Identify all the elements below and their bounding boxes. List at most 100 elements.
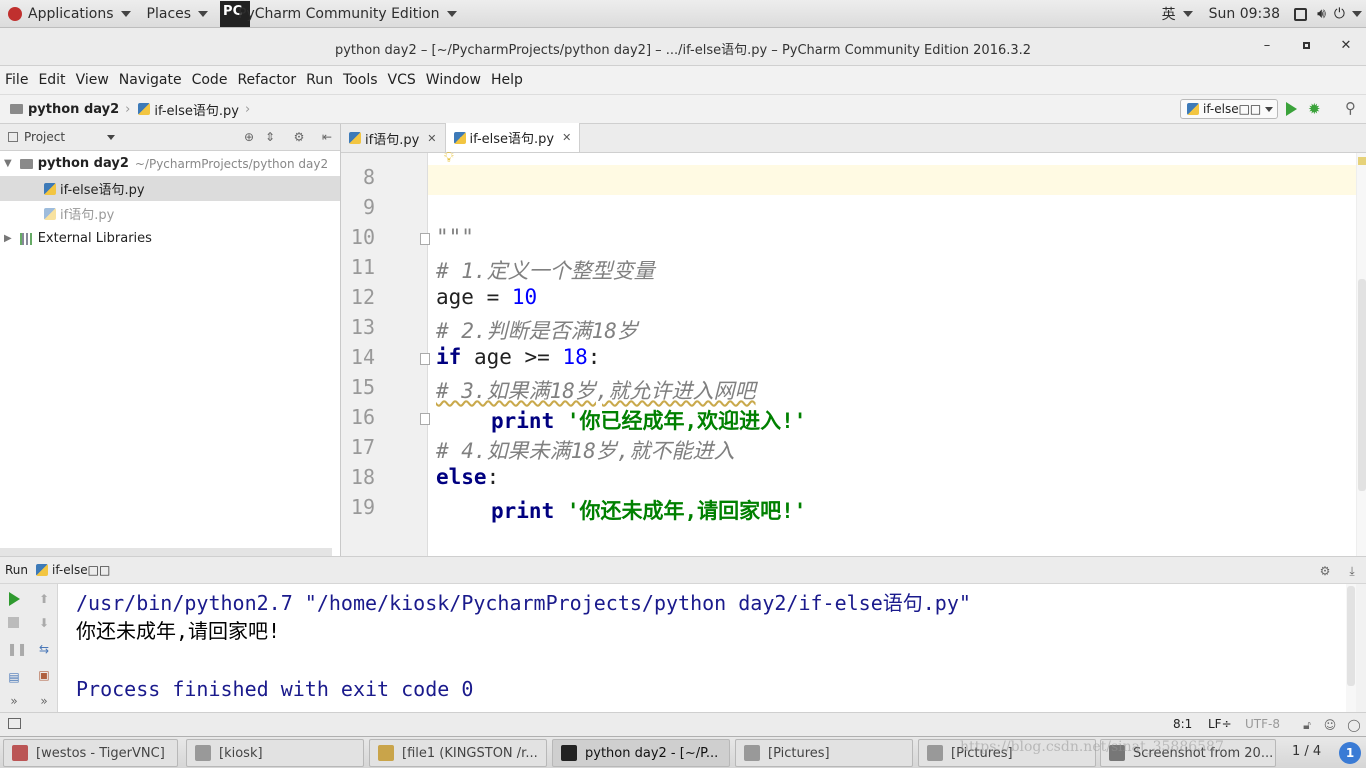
chevron-down-icon[interactable] xyxy=(107,134,116,140)
places-menu[interactable]: Places xyxy=(139,0,217,28)
workspace-indicator[interactable]: 1 / 4 xyxy=(1292,744,1321,759)
tree-file-selected[interactable]: if-else语句.py xyxy=(0,176,340,201)
pause-button[interactable]: ❚❚ xyxy=(7,642,27,656)
menu-refactor[interactable]: Refactor xyxy=(232,66,301,94)
menu-code[interactable]: Code xyxy=(187,66,233,94)
close-icon[interactable]: ✕ xyxy=(562,131,571,144)
run-config-select[interactable]: if-else□□ xyxy=(1180,99,1278,119)
string-literal: '你已经成年,欢迎进入!' xyxy=(566,409,807,433)
punctuation: : xyxy=(587,345,601,369)
applications-menu[interactable]: Applications xyxy=(0,0,139,28)
line-separator[interactable]: LF÷ xyxy=(1208,717,1232,731)
tree-file-label: if语句.py xyxy=(60,208,115,223)
breadcrumb-project[interactable]: python day2 › xyxy=(6,95,134,123)
tab-label: if-else语句.py xyxy=(469,132,555,147)
more-icon[interactable]: » xyxy=(37,694,51,708)
console-exit-message: Process finished with exit code 0 xyxy=(76,677,474,701)
task-pictures-2[interactable]: [Pictures] xyxy=(918,739,1096,767)
close-icon[interactable]: ✕ xyxy=(427,132,436,145)
folder-icon xyxy=(19,158,33,169)
line-number: 17 xyxy=(350,435,375,459)
search-icon[interactable]: ⚲ xyxy=(1345,99,1356,117)
close-button[interactable]: ✕ xyxy=(1337,38,1355,56)
task-label: Screenshot from 20... xyxy=(1133,745,1274,761)
power-icon[interactable]: ⏻ xyxy=(1330,0,1366,28)
console-scrollbar[interactable] xyxy=(1346,584,1356,712)
breadcrumb-file[interactable]: if-else语句.py › xyxy=(134,95,254,123)
menu-view[interactable]: View xyxy=(71,66,114,94)
line-number: 13 xyxy=(350,315,375,339)
menu-help[interactable]: Help xyxy=(486,66,528,94)
scroll-end-icon[interactable]: ▣ xyxy=(37,668,51,682)
hide-icon[interactable]: ⇤ xyxy=(320,130,334,144)
run-panel-title[interactable]: Run xyxy=(5,563,28,577)
keyword: if xyxy=(436,345,462,369)
cursor-position[interactable]: 8:1 xyxy=(1173,717,1192,731)
soft-wrap-icon[interactable]: ⇆ xyxy=(37,642,51,656)
menu-edit[interactable]: Edit xyxy=(33,66,70,94)
menu-vcs[interactable]: VCS xyxy=(383,66,421,94)
tool-windows-icon[interactable] xyxy=(8,718,21,729)
lock-icon[interactable]: 🔓︎ xyxy=(1300,718,1314,732)
editor-tabs: if语句.py ✕ if-else语句.py ✕ xyxy=(341,123,1366,153)
task-terminal[interactable]: [kiosk] xyxy=(186,739,364,767)
editor-scrollbar[interactable] xyxy=(1356,153,1366,556)
tree-file-label: if-else语句.py xyxy=(60,183,145,198)
locate-icon[interactable]: ⊕ xyxy=(242,130,256,144)
chevron-down-icon xyxy=(446,11,457,17)
tree-root[interactable]: ▼ python day2 ~/PycharmProjects/python d… xyxy=(0,151,340,176)
hide-panel-icon[interactable]: ⤓ xyxy=(1345,564,1359,578)
menu-window[interactable]: Window xyxy=(421,66,486,94)
task-pycharm[interactable]: python day2 - [~/P... xyxy=(552,739,730,767)
run-button[interactable] xyxy=(1286,102,1297,116)
task-tigervnc[interactable]: [westos - TigerVNC] xyxy=(3,739,178,767)
run-console[interactable]: /usr/bin/python2.7 "/home/kiosk/PycharmP… xyxy=(58,584,1356,712)
window-titlebar[interactable]: python day2 – [~/PycharmProjects/python … xyxy=(0,28,1366,66)
project-pane-title[interactable]: Project xyxy=(24,130,65,144)
inspector-icon[interactable]: ☺ xyxy=(1323,718,1337,732)
code-area[interactable]: 💡︎ """ # 1.定义一个整型变量 age = 10 # 2.判断是否满18… xyxy=(428,150,1356,556)
rerun-button[interactable] xyxy=(9,592,20,606)
input-method-indicator[interactable]: 英 xyxy=(1154,0,1201,28)
notification-badge[interactable]: 1 xyxy=(1339,742,1361,764)
menu-navigate[interactable]: Navigate xyxy=(114,66,187,94)
tab-if[interactable]: if语句.py ✕ xyxy=(341,124,446,152)
stop-button[interactable] xyxy=(8,617,19,628)
maximize-button[interactable] xyxy=(1297,38,1315,56)
tree-external-libraries[interactable]: ▶ External Libraries xyxy=(0,226,340,251)
scrollbar-thumb[interactable] xyxy=(1358,279,1366,491)
lightbulb-icon[interactable]: 💡︎ xyxy=(444,150,454,166)
identifier: age xyxy=(436,285,474,309)
arrow-down-icon[interactable]: ⬇ xyxy=(37,616,51,630)
warning-marker[interactable] xyxy=(1358,157,1366,165)
horizontal-scrollbar[interactable] xyxy=(0,548,332,556)
task-label: [kiosk] xyxy=(219,745,263,761)
layout-icon[interactable]: ▤ xyxy=(7,670,21,684)
collapse-icon[interactable]: ⇕ xyxy=(263,130,277,144)
tree-file[interactable]: if语句.py xyxy=(0,201,340,226)
file-encoding[interactable]: UTF-8 xyxy=(1245,717,1280,731)
menu-run[interactable]: Run xyxy=(301,66,338,94)
expand-arrow-icon[interactable]: ▼ xyxy=(4,158,12,169)
run-panel-config[interactable]: if-else□□ xyxy=(52,563,110,577)
comment: # 3.如果满18岁,就允许进入网吧 xyxy=(436,379,756,403)
more-icon[interactable]: » xyxy=(7,694,21,708)
expand-arrow-icon[interactable]: ▶ xyxy=(4,233,12,244)
breadcrumb: python day2 › if-else语句.py › xyxy=(6,95,254,123)
gear-icon[interactable]: ⚙ xyxy=(1318,564,1332,578)
task-file1[interactable]: [file1 (KINGSTON /r... xyxy=(369,739,547,767)
menu-tools[interactable]: Tools xyxy=(338,66,383,94)
screen-icon[interactable] xyxy=(1288,0,1313,28)
event-log-icon[interactable]: ◯ xyxy=(1347,718,1361,732)
task-screenshot[interactable]: Screenshot from 20... xyxy=(1100,739,1276,767)
task-pictures[interactable]: [Pictures] xyxy=(735,739,913,767)
volume-icon[interactable]: 🔊︎ xyxy=(1313,0,1330,28)
tab-if-else[interactable]: if-else语句.py ✕ xyxy=(445,123,581,152)
app-menu[interactable]: PC PyCharm Community Edition xyxy=(216,0,464,28)
debug-button[interactable]: ✹ xyxy=(1308,100,1321,118)
clock[interactable]: Sun 09:38 xyxy=(1201,0,1288,28)
gear-icon[interactable]: ⚙ xyxy=(292,130,306,144)
menu-file[interactable]: File xyxy=(0,66,33,94)
arrow-up-icon[interactable]: ⬆ xyxy=(37,592,51,606)
minimize-button[interactable]: – xyxy=(1258,38,1276,56)
